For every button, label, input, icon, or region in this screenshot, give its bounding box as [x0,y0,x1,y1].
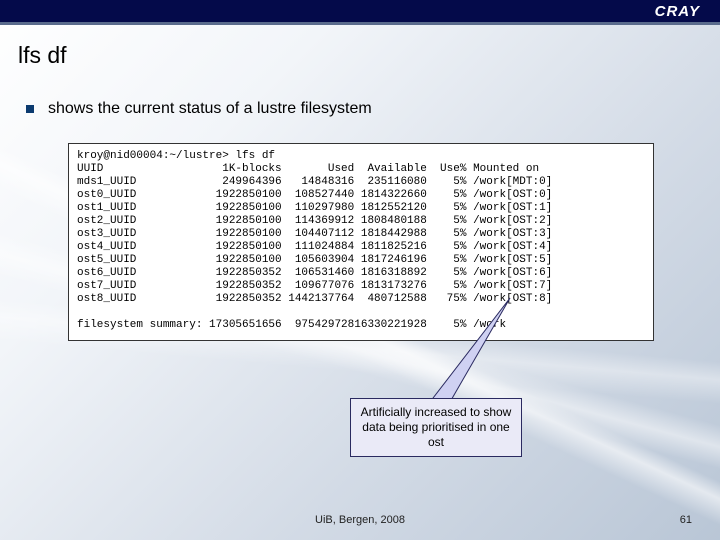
bullet-text: shows the current status of a lustre fil… [48,100,372,118]
terminal-output-box: kroy@nid00004:~/lustre> lfs df UUID 1K-b… [68,143,654,341]
bullet-square-icon [26,105,34,113]
header-bar: CRAY [0,0,720,22]
slide: CRAY lfs df shows the current status of … [0,0,720,540]
header-accent-bar [0,22,720,25]
terminal-pre: kroy@nid00004:~/lustre> lfs df UUID 1K-b… [77,150,645,332]
bullet-row: shows the current status of a lustre fil… [26,100,372,118]
callout-box: Artificially increased to show data bein… [350,398,522,457]
brand-logo: CRAY [655,3,700,20]
footer-center: UiB, Bergen, 2008 [0,514,720,526]
slide-title: lfs df [18,42,67,69]
footer-page-number: 61 [680,514,692,526]
